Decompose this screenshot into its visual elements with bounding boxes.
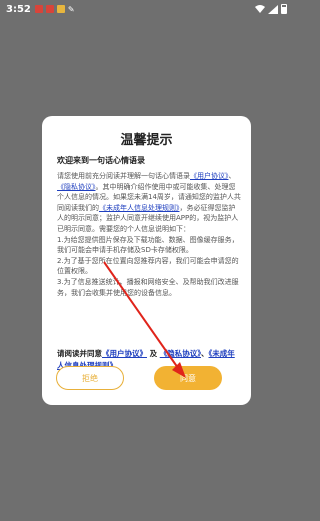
reject-button[interactable]: 拒绝 <box>56 366 124 390</box>
scroll-fade <box>42 296 251 318</box>
minor-policy-link[interactable]: 《未成年人信息处理规则》 <box>99 204 180 212</box>
welcome-heading: 欢迎来到一句话心情语录 <box>57 156 145 165</box>
status-time: 3:52 <box>6 3 31 15</box>
body-paragraph: 请您使用前充分阅读并理解一句话心情语录《用户协议》、《隐私协议》。其中明确介绍作… <box>57 171 242 235</box>
body-paragraph: 1.为给您提供图片保存及下载功能、数据、图像缓存服务，我们可能会申请手机存储及S… <box>57 235 239 255</box>
privacy-dialog: 温馨提示 欢迎来到一句话心情语录 请您使用前充分阅读并理解一句话心情语录《用户协… <box>42 116 251 405</box>
dialog-title: 温馨提示 <box>120 133 173 148</box>
notification-icon <box>56 5 65 13</box>
agree-text: 、 <box>201 349 209 358</box>
user-agreement-link[interactable]: 《用户协议》 <box>190 172 229 180</box>
body-paragraph: 2.为了基于您所在位置向您推荐内容，我们可能会申请您的位置权限。 <box>57 256 239 276</box>
wifi-icon <box>255 4 265 13</box>
notification-icon <box>34 5 43 13</box>
notification-icon <box>45 5 54 13</box>
user-agreement-link[interactable]: 《用户协议》 <box>102 349 147 358</box>
privacy-policy-link[interactable]: 《隐私协议》 <box>160 349 201 358</box>
body-paragraph: 3.为了信息推送统计、播报和网络安全、及帮助我们改进服务，我们会收集并使用您的设… <box>57 277 239 297</box>
body-text: 请您使用前充分阅读并理解一句话心情语录 <box>57 172 190 180</box>
privacy-policy-link[interactable]: 《隐私协议》 <box>57 183 96 191</box>
signal-icon <box>268 4 278 14</box>
status-indicators <box>255 4 287 14</box>
edit-icon: ✎ <box>67 4 75 14</box>
dialog-body[interactable]: 请您使用前充分阅读并理解一句话心情语录《用户协议》、《隐私协议》。其中明确介绍作… <box>57 171 242 313</box>
battery-icon <box>281 4 287 14</box>
agree-text: 及 <box>149 349 158 358</box>
agree-text: 请阅读并同意 <box>57 349 102 358</box>
status-bar: 3:52 ✎ <box>0 0 293 18</box>
body-text: 、 <box>228 172 236 180</box>
agree-button[interactable]: 同意 <box>154 366 222 390</box>
